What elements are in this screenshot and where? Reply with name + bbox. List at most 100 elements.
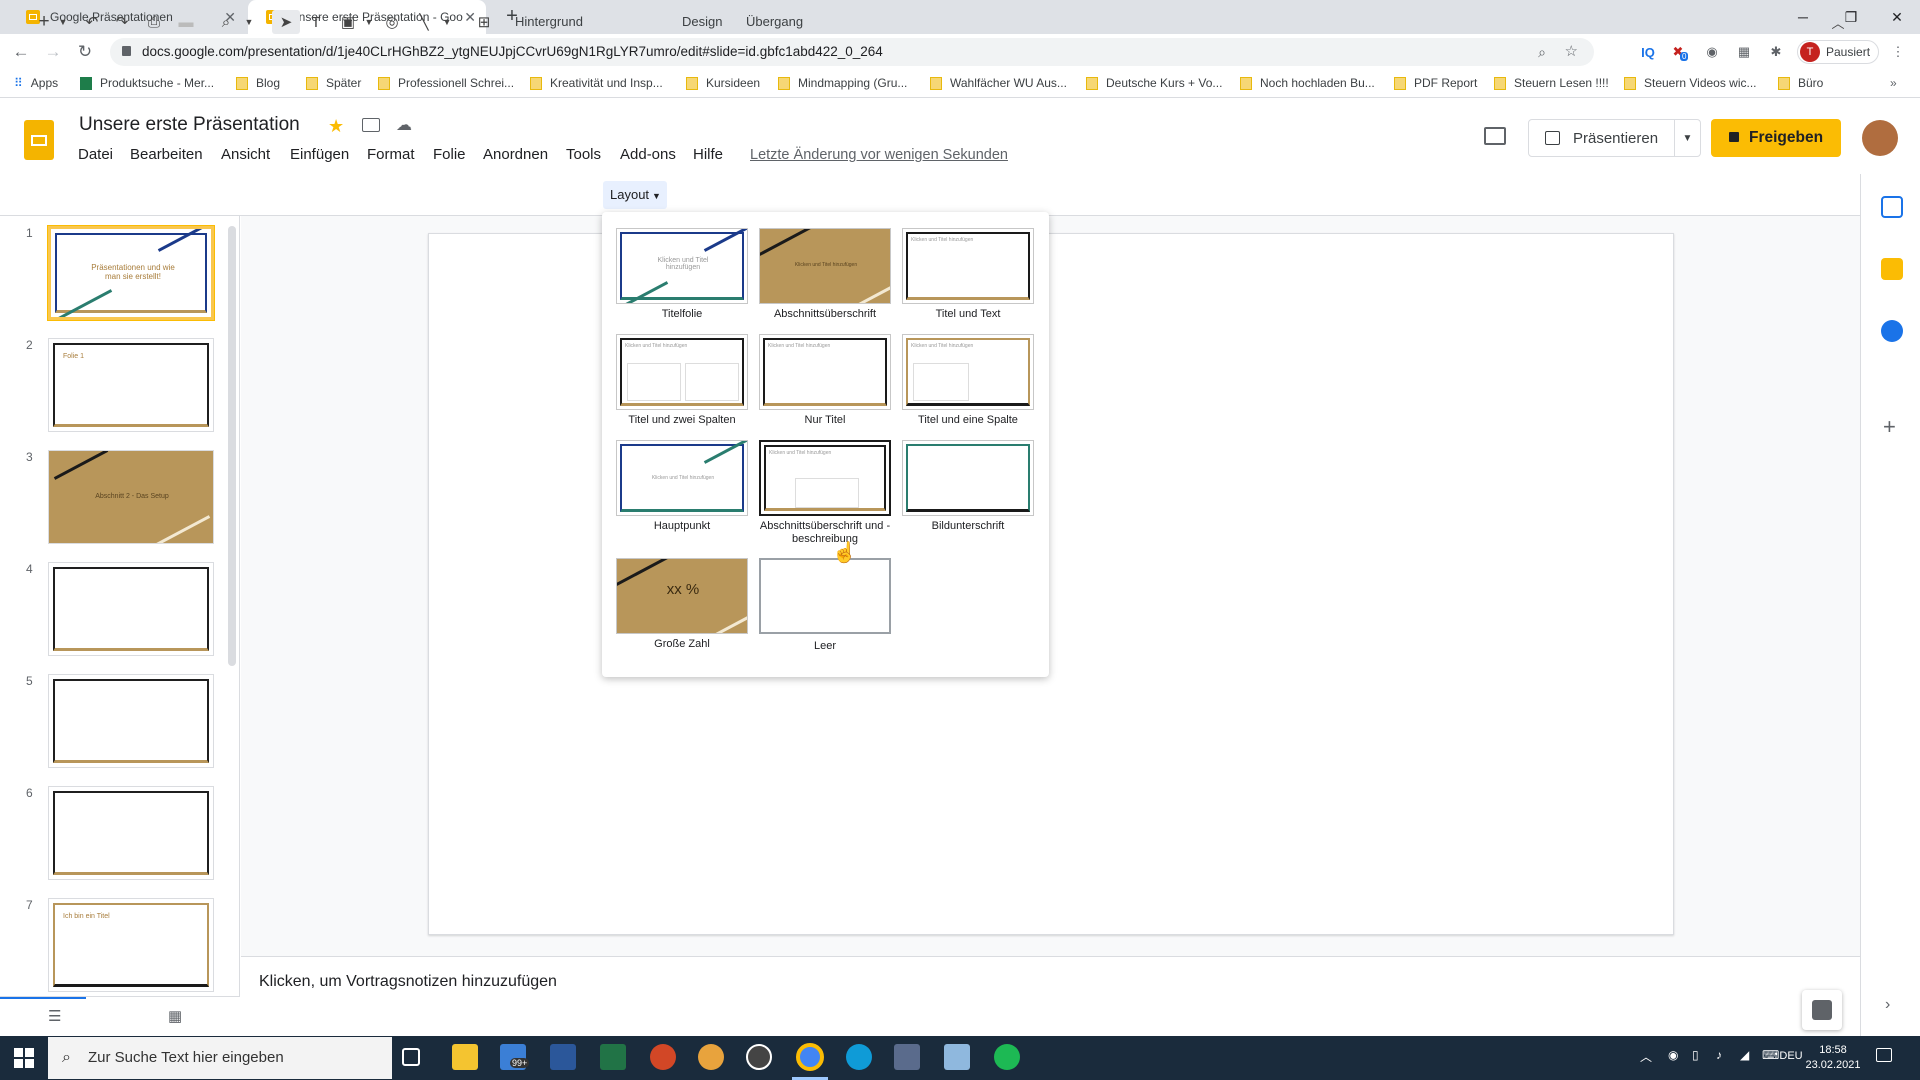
present-button[interactable]: Präsentieren ▼: [1528, 119, 1701, 157]
tray-device-icon[interactable]: ▯: [1692, 1048, 1699, 1062]
layout-option-nur-titel[interactable]: Klicken und Titel hinzufügen: [759, 334, 891, 410]
cloud-status-icon[interactable]: ☁: [396, 115, 412, 135]
menu-tools[interactable]: Tools: [566, 146, 601, 163]
app-icon[interactable]: [894, 1044, 920, 1070]
back-icon[interactable]: ←: [8, 40, 34, 64]
slide-thumbnail[interactable]: Folie 1: [48, 338, 214, 432]
tasks-icon[interactable]: [1881, 320, 1903, 342]
bookmark-item[interactable]: PDF Report: [1394, 76, 1477, 90]
star-icon[interactable]: ★: [328, 116, 344, 137]
language-indicator[interactable]: DEU: [1776, 1050, 1806, 1062]
slide-thumbnail[interactable]: Präsentationen und wie man sie erstellt!: [48, 226, 214, 320]
menu-einfuegen[interactable]: Einfügen: [290, 146, 349, 163]
select-cursor-icon[interactable]: ➤: [272, 10, 300, 34]
speaker-notes-area[interactable]: [241, 956, 1860, 1036]
notifications-icon[interactable]: [1876, 1048, 1892, 1062]
menu-datei[interactable]: Datei: [78, 146, 113, 163]
layout-option-titelfolie[interactable]: Klicken und Titel hinzufügen: [616, 228, 748, 304]
add-comment-icon[interactable]: ⊞: [472, 10, 496, 34]
bookmark-item[interactable]: Produktsuche - Mer...: [80, 76, 214, 90]
tray-chevron-icon[interactable]: ︿: [1640, 1048, 1652, 1065]
filmstrip-scrollbar[interactable]: [228, 226, 236, 666]
iq-extension-icon[interactable]: IQ: [1638, 42, 1658, 62]
menu-anordnen[interactable]: Anordnen: [483, 146, 548, 163]
text-box-icon[interactable]: T: [304, 10, 328, 34]
mail-icon[interactable]: 99+: [500, 1044, 530, 1070]
move-folder-icon[interactable]: [362, 118, 380, 132]
bookmark-item[interactable]: Blog: [236, 76, 280, 90]
bookmark-item[interactable]: Professionell Schrei...: [378, 76, 514, 90]
minimize-icon[interactable]: ─: [1780, 0, 1826, 34]
add-addon-icon[interactable]: +: [1883, 414, 1896, 440]
shape-icon[interactable]: ◎: [380, 10, 404, 34]
obs-icon[interactable]: [746, 1044, 772, 1070]
menu-hilfe[interactable]: Hilfe: [693, 146, 723, 163]
notes-placeholder[interactable]: Klicken, um Vortragsnotizen hinzuzufügen: [259, 973, 557, 991]
image-icon[interactable]: ▣: [336, 10, 360, 34]
present-dropdown-icon[interactable]: ▼: [1674, 120, 1700, 156]
slide-thumbnail[interactable]: Ich bin ein Titel: [48, 898, 214, 992]
spotify-icon[interactable]: [994, 1044, 1020, 1070]
window-close-icon[interactable]: ✕: [1874, 0, 1920, 34]
menu-format[interactable]: Format: [367, 146, 415, 163]
bookmark-item[interactable]: Deutsche Kurs + Vo...: [1086, 76, 1222, 90]
bookmark-item[interactable]: Mindmapping (Gru...: [778, 76, 907, 90]
collapse-toolbar-icon[interactable]: ︿: [1826, 10, 1850, 34]
slide-thumbnail[interactable]: [48, 786, 214, 880]
bookmark-item[interactable]: Steuern Lesen !!!!: [1494, 76, 1609, 90]
grid-extension-icon[interactable]: ▦: [1734, 42, 1754, 62]
background-button[interactable]: Hintergrund: [515, 12, 583, 32]
slide-thumbnail[interactable]: [48, 562, 214, 656]
expand-panel-icon[interactable]: ›: [1885, 996, 1890, 1014]
undo-icon[interactable]: ↶: [80, 10, 104, 34]
bookmark-item[interactable]: Wahlfächer WU Aus...: [930, 76, 1067, 90]
share-button[interactable]: Freigeben: [1711, 119, 1841, 157]
bookmarks-overflow-icon[interactable]: »: [1890, 76, 1897, 90]
grid-view-icon[interactable]: ▦: [168, 1007, 182, 1025]
bookmark-item[interactable]: Kursideen: [686, 76, 760, 90]
tray-app-icon[interactable]: ◉: [1668, 1048, 1678, 1062]
filmstrip-view-icon[interactable]: ☰: [48, 1007, 61, 1025]
bookmark-item[interactable]: Kreativität und Insp...: [530, 76, 663, 90]
image-dropdown-icon[interactable]: ▼: [362, 10, 376, 34]
forward-icon[interactable]: →: [40, 40, 66, 64]
line-icon[interactable]: ╲: [412, 10, 436, 34]
transition-button[interactable]: Übergang: [746, 12, 803, 32]
bookmark-star-icon[interactable]: ☆: [1565, 38, 1578, 66]
slide-thumbnail[interactable]: [48, 674, 214, 768]
word-icon[interactable]: [550, 1044, 576, 1070]
explore-button[interactable]: [1802, 990, 1842, 1030]
document-title[interactable]: Unsere erste Präsentation: [79, 114, 300, 136]
layout-option-titel-und-eine-spalte[interactable]: Klicken und Titel hinzufügen: [902, 334, 1034, 410]
reload-icon[interactable]: ↻: [72, 40, 98, 64]
chrome-icon[interactable]: [796, 1043, 824, 1071]
powerpoint-icon[interactable]: [650, 1044, 676, 1070]
profile-button[interactable]: T Pausiert: [1797, 40, 1879, 64]
network-icon[interactable]: ◢: [1740, 1048, 1749, 1062]
zoom-icon[interactable]: ⌕: [1538, 38, 1546, 66]
layout-option-bildunterschrift[interactable]: [902, 440, 1034, 516]
slides-logo-icon[interactable]: [24, 120, 54, 160]
file-explorer-icon[interactable]: [452, 1044, 478, 1070]
browser-menu-icon[interactable]: ⋮: [1888, 42, 1908, 62]
menu-ansicht[interactable]: Ansicht: [221, 146, 270, 163]
menu-addons[interactable]: Add-ons: [620, 146, 676, 163]
layout-button[interactable]: Layout ▼: [603, 181, 667, 209]
layout-option-abschnittsueberschrift[interactable]: Klicken und Titel hinzufügen: [759, 228, 891, 304]
url-field[interactable]: docs.google.com/presentation/d/1je40CLrH…: [110, 38, 1594, 66]
bookmark-item[interactable]: Steuern Videos wic...: [1624, 76, 1757, 90]
comments-icon[interactable]: [1484, 127, 1506, 145]
zoom-dropdown-icon[interactable]: ▼: [242, 10, 256, 34]
calendar-icon[interactable]: [1881, 196, 1903, 218]
menu-folie[interactable]: Folie: [433, 146, 466, 163]
layout-option-abschnittsueberschrift-und-beschreibung[interactable]: Klicken und Titel hinzufügen: [759, 440, 891, 516]
extension-badge-icon[interactable]: ✖ 0: [1668, 42, 1689, 62]
new-slide-icon[interactable]: +: [30, 10, 58, 34]
slide-thumbnail[interactable]: Abschnitt 2 - Das Setup: [48, 450, 214, 544]
menu-bearbeiten[interactable]: Bearbeiten: [130, 146, 203, 163]
design-button[interactable]: Design: [682, 12, 722, 32]
zoom-icon[interactable]: ⌕: [214, 10, 238, 34]
task-view-icon[interactable]: [402, 1048, 420, 1066]
app-icon[interactable]: [698, 1044, 724, 1070]
windows-start-icon[interactable]: [14, 1048, 34, 1068]
